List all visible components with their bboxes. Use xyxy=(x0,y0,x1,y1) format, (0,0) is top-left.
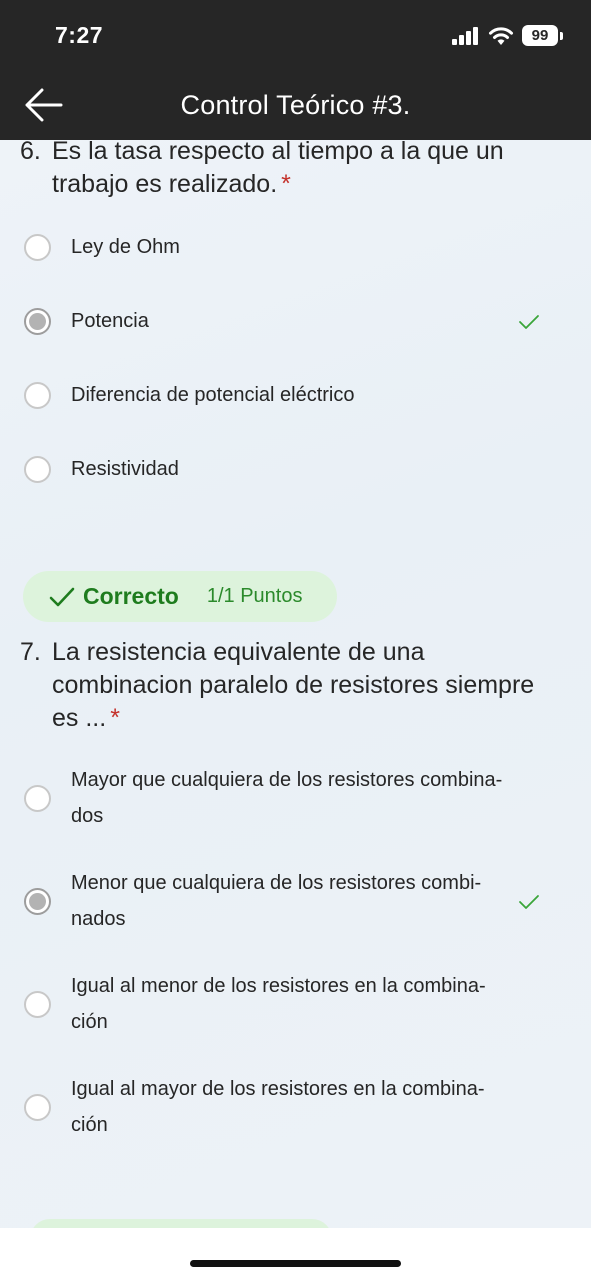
option-label: Potencia xyxy=(71,310,149,332)
home-indicator[interactable] xyxy=(190,1260,401,1267)
result-points: 1/1 Puntos xyxy=(206,585,303,607)
checkmark-icon xyxy=(519,895,539,909)
page-title: Control Teórico #3. xyxy=(180,90,411,120)
option-label: Igual al menor de los resistores en la c… xyxy=(71,975,486,1033)
required-mark: * xyxy=(110,704,120,732)
radio-button[interactable] xyxy=(24,233,51,261)
status-icons: 99 xyxy=(452,25,563,46)
battery-icon: 99 xyxy=(522,25,558,46)
radio-button[interactable] xyxy=(24,784,51,812)
question-6-title: 6. Es la tasa respecto al tiempo a la qu… xyxy=(20,140,561,201)
wifi-icon xyxy=(489,26,513,45)
option-label: Resistividad xyxy=(71,458,179,480)
result-badge: Correcto 1/1 Puntos xyxy=(23,571,337,622)
battery-tip xyxy=(560,31,563,40)
option-menor-que[interactable]: Menor que cualquiera de los resistores c… xyxy=(24,865,554,937)
radio-button-selected[interactable] xyxy=(24,887,51,915)
question-7-title: 7. La resistencia equivalente de una com… xyxy=(20,636,561,735)
question-number: 6. xyxy=(20,140,41,165)
checkmark-icon xyxy=(519,315,539,329)
radio-button[interactable] xyxy=(24,1093,51,1121)
radio-button[interactable] xyxy=(24,455,51,483)
status-time: 7:27 xyxy=(55,22,104,48)
option-diferencia-de-potencial[interactable]: Diferencia de potencial eléctrico xyxy=(24,377,554,413)
signal-icon xyxy=(452,26,478,45)
option-igual-al-menor[interactable]: Igual al menor de los resistores en la c… xyxy=(24,968,554,1040)
required-mark: * xyxy=(281,170,291,198)
option-label: Diferencia de potencial eléctrico xyxy=(71,384,355,406)
home-indicator-area xyxy=(0,1228,591,1280)
option-ley-de-ohm[interactable]: Ley de Ohm xyxy=(24,229,554,265)
radio-button[interactable] xyxy=(24,990,51,1018)
option-igual-al-mayor[interactable]: Igual al mayor de los resistores en la c… xyxy=(24,1071,554,1143)
option-label: Ley de Ohm xyxy=(71,236,180,258)
question-number: 7. xyxy=(20,638,41,666)
option-potencia[interactable]: Potencia xyxy=(24,303,554,339)
option-mayor-que[interactable]: Mayor que cualquiera de los resistores c… xyxy=(24,762,554,834)
option-label: Menor que cualquiera de los resistores c… xyxy=(71,872,482,930)
app-bar: Control Teórico #3. xyxy=(0,70,591,140)
radio-button-selected[interactable] xyxy=(24,307,51,335)
checkmark-icon xyxy=(49,587,75,606)
radio-button[interactable] xyxy=(24,381,51,409)
option-label: Igual al mayor de los resistores en la c… xyxy=(71,1078,485,1136)
question-text: Es la tasa respecto al tiempo a la que u… xyxy=(52,140,504,198)
result-status: Correcto xyxy=(83,583,179,609)
next-result-badge xyxy=(30,1219,332,1228)
form-content[interactable]: 6. Es la tasa respecto al tiempo a la qu… xyxy=(0,140,591,1228)
option-resistividad[interactable]: Resistividad xyxy=(24,451,554,487)
option-label: Mayor que cualquiera de los resistores c… xyxy=(71,769,503,827)
question-text: La resistencia equivalente de una combin… xyxy=(52,638,535,732)
status-bar: 7:27 99 xyxy=(0,0,591,70)
